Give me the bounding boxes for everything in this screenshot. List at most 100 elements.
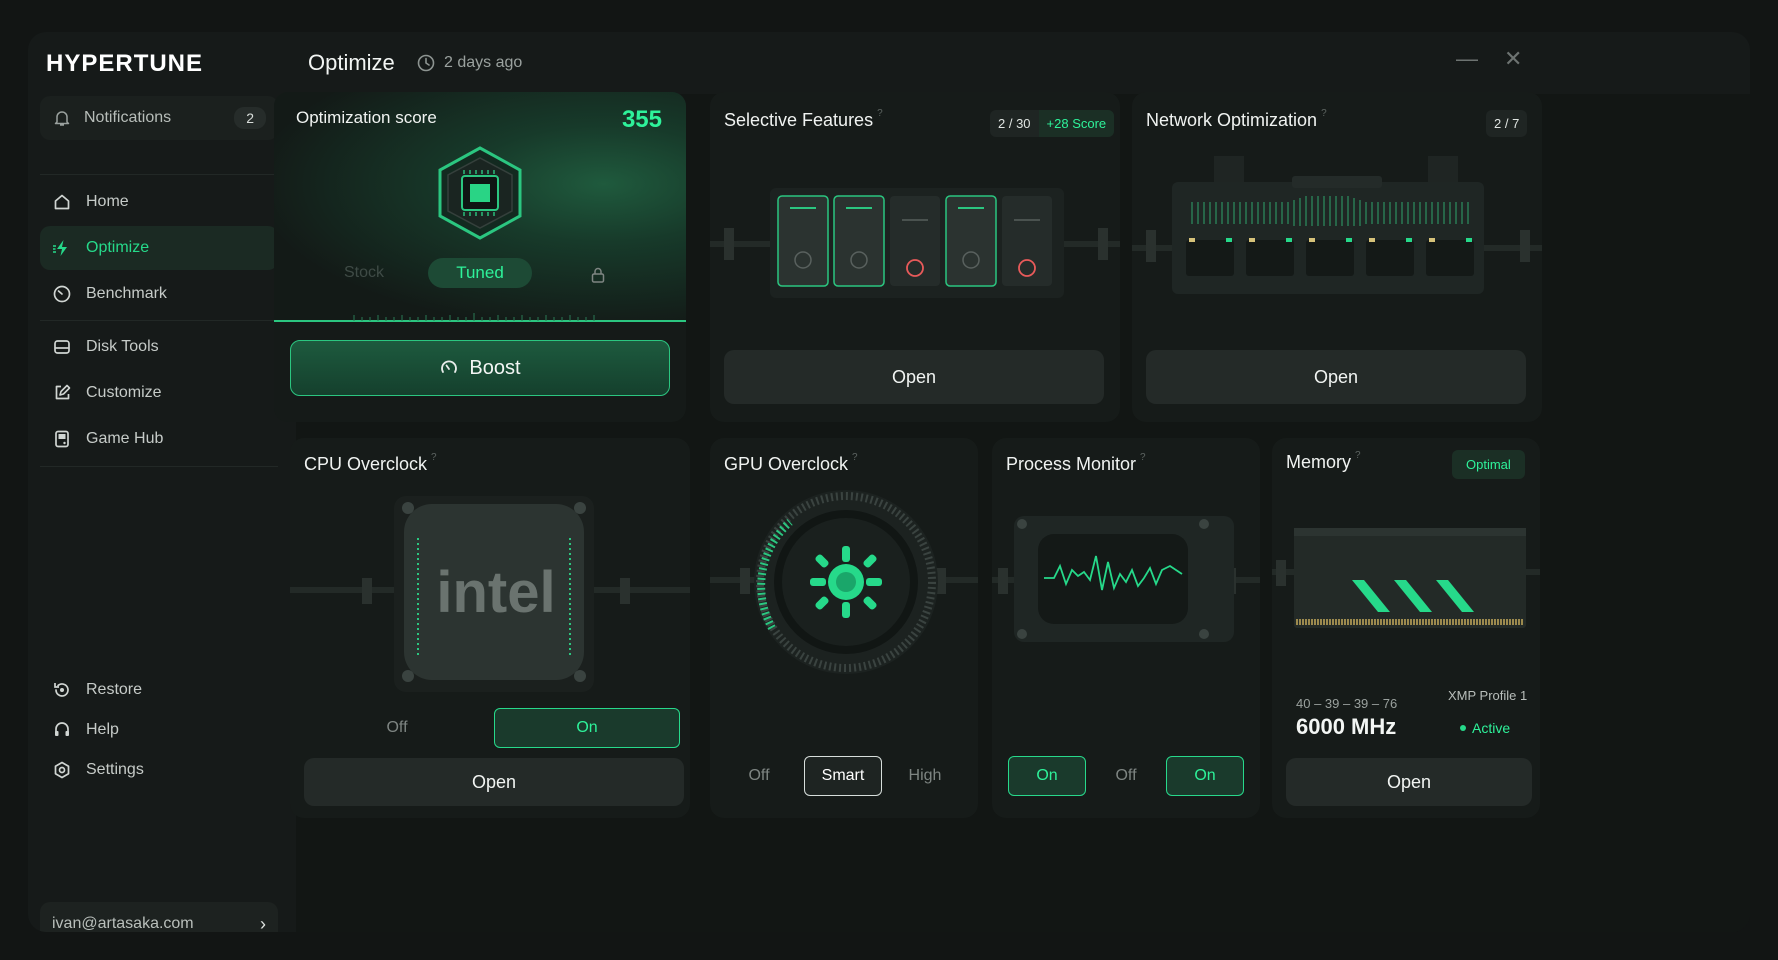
features-count-badge: 2 / 30 +28 Score (990, 110, 1115, 137)
process-monitor-illustration (992, 516, 1260, 642)
memory-timings: 40 – 39 – 39 – 76 (1296, 696, 1398, 711)
sidebar-item-customize[interactable]: Customize (40, 371, 278, 415)
sidebar-item-label: Customize (86, 384, 162, 401)
disk-icon (54, 340, 70, 354)
network-open-button[interactable]: Open (1146, 350, 1526, 404)
notifications-label: Notifications (84, 109, 172, 126)
memory-status-badge: Optimal (1452, 450, 1525, 479)
xmp-status-text: Active (1472, 720, 1511, 736)
sidebar-item-settings[interactable]: Settings (40, 748, 278, 792)
memory-open-button[interactable]: Open (1286, 758, 1532, 806)
gamepad-icon (55, 430, 69, 448)
notifications-button[interactable]: Notifications 2 (40, 96, 278, 140)
sidebar-item-help[interactable]: Help (40, 708, 278, 752)
sidebar-item-label: Game Hub (86, 430, 164, 447)
sidebar-item-benchmark[interactable]: Benchmark (40, 272, 278, 316)
network-count-badge: 2 / 7 (1486, 110, 1528, 137)
last-run: 2 days ago (416, 53, 522, 73)
process-off-option[interactable]: Off (1096, 756, 1156, 796)
divider (40, 466, 278, 467)
info-icon: ? (1140, 452, 1146, 463)
title-text: Process Monitor (1006, 454, 1137, 474)
cpu-overclock-card: CPU Overclock? intel Off On Open (290, 438, 690, 818)
sidebar-item-label: Home (86, 193, 129, 210)
status-dot-icon (1460, 725, 1466, 731)
cpu-cooler-illustration: intel (290, 496, 690, 692)
app-window: HYPERTUNE Optimize 2 days ago — ✕ Notifi… (28, 32, 1750, 932)
info-icon: ? (1321, 108, 1327, 119)
switches-illustration (710, 188, 1120, 298)
gauge-icon (53, 285, 71, 303)
chevron-right-icon: › (260, 913, 266, 933)
memory-title: Memory? (1286, 450, 1361, 473)
title-text: CPU Overclock (304, 454, 428, 474)
clock-icon (417, 54, 435, 72)
score-ruler (274, 313, 686, 322)
chip-icon (438, 146, 522, 240)
title-text: GPU Overclock (724, 454, 849, 474)
network-switch-illustration (1132, 156, 1542, 294)
boost-button[interactable]: Boost (290, 340, 670, 396)
home-icon (54, 194, 70, 210)
mode-tuned[interactable]: Tuned (428, 258, 532, 288)
sidebar-item-label: Settings (86, 761, 144, 778)
divider (40, 320, 278, 321)
title-text: Memory (1286, 452, 1352, 472)
cpu-open-button[interactable]: Open (304, 758, 684, 806)
selective-features-card: Selective Features? 2 / 30 +28 Score Ope… (710, 92, 1120, 422)
main-content: Optimization score 355 Stock Tuned Boost (274, 92, 1750, 932)
close-icon[interactable]: ✕ (1504, 46, 1522, 72)
sidebar-item-label: Optimize (86, 239, 150, 256)
process-on-option[interactable]: On (1008, 756, 1086, 796)
sidebar-item-restore[interactable]: Restore (40, 668, 278, 712)
user-email: ivan@artasaka.com (52, 915, 194, 932)
gpu-off-option[interactable]: Off (724, 756, 794, 796)
sidebar-item-label: Help (86, 721, 119, 738)
score-value: 355 (621, 106, 662, 133)
notifications-count: 2 (234, 107, 266, 129)
score-title: Optimization score (296, 108, 437, 127)
gpu-smart-option[interactable]: Smart (804, 756, 882, 796)
sidebar-item-game-hub[interactable]: Game Hub (40, 417, 278, 461)
gpu-fan-illustration (710, 490, 978, 674)
info-icon: ? (852, 452, 858, 463)
selective-features-title: Selective Features? (724, 108, 883, 131)
intel-logo: intel (436, 560, 555, 625)
headset-icon (55, 722, 69, 736)
process-title: Process Monitor? (1006, 452, 1146, 475)
cpu-off-option[interactable]: Off (304, 708, 490, 748)
lock-icon (591, 267, 605, 283)
selective-features-open-button[interactable]: Open (724, 350, 1104, 404)
network-optimization-card: Network Optimization? 2 / 7 Open (1132, 92, 1542, 422)
optimization-score-card: Optimization score 355 Stock Tuned Boost (274, 92, 686, 422)
process-on-option-2[interactable]: On (1166, 756, 1244, 796)
sidebar: Notifications 2 Home Optimize Benchmark … (38, 94, 278, 932)
gpu-high-option[interactable]: High (886, 756, 964, 796)
last-run-text: 2 days ago (444, 54, 523, 71)
xmp-status: Active (1460, 720, 1510, 736)
bell-icon (54, 111, 70, 126)
network-title: Network Optimization? (1146, 108, 1327, 131)
title-text: Network Optimization (1146, 110, 1318, 130)
features-bonus: +28 Score (1038, 110, 1115, 137)
user-account-button[interactable]: ivan@artasaka.com › (40, 902, 278, 932)
gauge-icon (441, 360, 458, 373)
info-icon: ? (431, 452, 437, 463)
mode-stock[interactable]: Stock (334, 264, 394, 282)
title-text: Selective Features (724, 110, 874, 130)
sidebar-item-label: Disk Tools (86, 338, 159, 355)
minimize-icon[interactable]: — (1456, 46, 1478, 72)
sidebar-item-optimize[interactable]: Optimize (40, 226, 278, 270)
edit-icon (55, 384, 71, 400)
sidebar-item-label: Benchmark (86, 285, 167, 302)
memory-frequency: 6000 MHz (1296, 714, 1397, 739)
ram-stick-illustration (1272, 528, 1540, 628)
sidebar-item-disk-tools[interactable]: Disk Tools (40, 325, 278, 369)
cpu-on-option[interactable]: On (494, 708, 680, 748)
process-monitor-card: Process Monitor? On Off On (992, 438, 1260, 818)
sidebar-item-home[interactable]: Home (40, 180, 278, 224)
boost-label: Boost (469, 356, 521, 379)
sidebar-item-label: Restore (86, 681, 143, 698)
divider (40, 174, 278, 175)
restore-icon (54, 683, 69, 697)
